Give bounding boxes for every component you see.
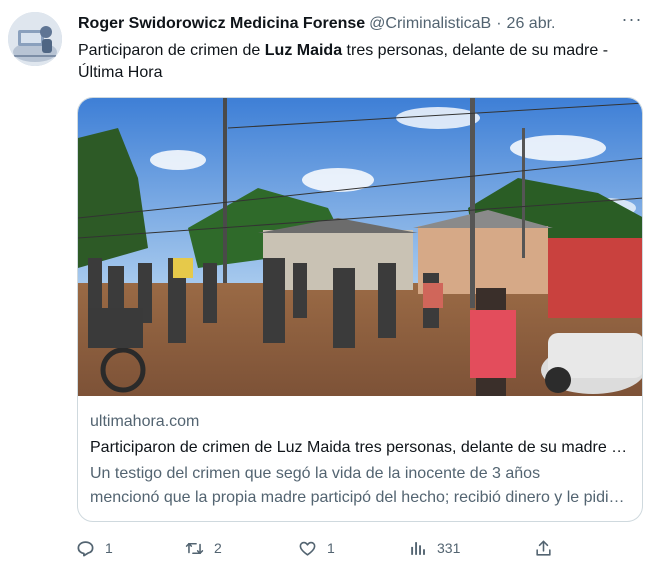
card-domain: ultimahora.com [90, 413, 200, 430]
heart-icon [299, 541, 316, 556]
reply-count: 1 [105, 540, 113, 556]
card-info[interactable]: ultimahora.com Participaron de crimen de… [90, 410, 628, 510]
card-image[interactable] [78, 98, 643, 396]
tweet-text-part: Participaron de crimen de [78, 42, 265, 59]
card-description-line: mencionó que la propia madre participó d… [90, 489, 628, 506]
tweet-date[interactable]: 26 abr. [507, 15, 556, 33]
card-description-line: Un testigo del crimen que segó la vida d… [90, 465, 541, 482]
card-title: Participaron de crimen de Luz Maida tres… [90, 439, 628, 456]
views-button[interactable]: 331 [408, 537, 460, 559]
reply-button[interactable]: 1 [76, 537, 113, 559]
reply-icon [77, 540, 94, 556]
link-card[interactable]: ultimahora.com Participaron de crimen de… [77, 97, 643, 522]
share-button[interactable] [534, 537, 553, 559]
tweet-text-bold[interactable]: Luz Maida [265, 42, 342, 59]
views-count: 331 [437, 540, 461, 556]
tweet-text: Participaron de crimen de Luz Maida tres… [78, 40, 648, 84]
avatar[interactable] [8, 12, 62, 66]
retweet-count: 2 [214, 540, 222, 556]
more-options-button[interactable]: ··· [619, 10, 645, 32]
tweet-actions: 1 2 1 331 [76, 537, 556, 559]
like-count: 1 [327, 540, 335, 556]
retweet-icon [185, 542, 204, 554]
card-description: Un testigo del crimen que segó la vida d… [90, 462, 628, 510]
views-icon [411, 541, 425, 555]
author-handle[interactable]: @CriminalisticaB [369, 15, 491, 33]
tweet-header: Roger Swidorowicz Medicina Forense @Crim… [78, 14, 645, 34]
author-name[interactable]: Roger Swidorowicz Medicina Forense [78, 15, 365, 33]
header-separator: · [496, 15, 502, 32]
share-icon [536, 540, 551, 556]
like-button[interactable]: 1 [298, 537, 335, 559]
avatar-image [8, 12, 62, 66]
retweet-button[interactable]: 2 [185, 537, 222, 559]
